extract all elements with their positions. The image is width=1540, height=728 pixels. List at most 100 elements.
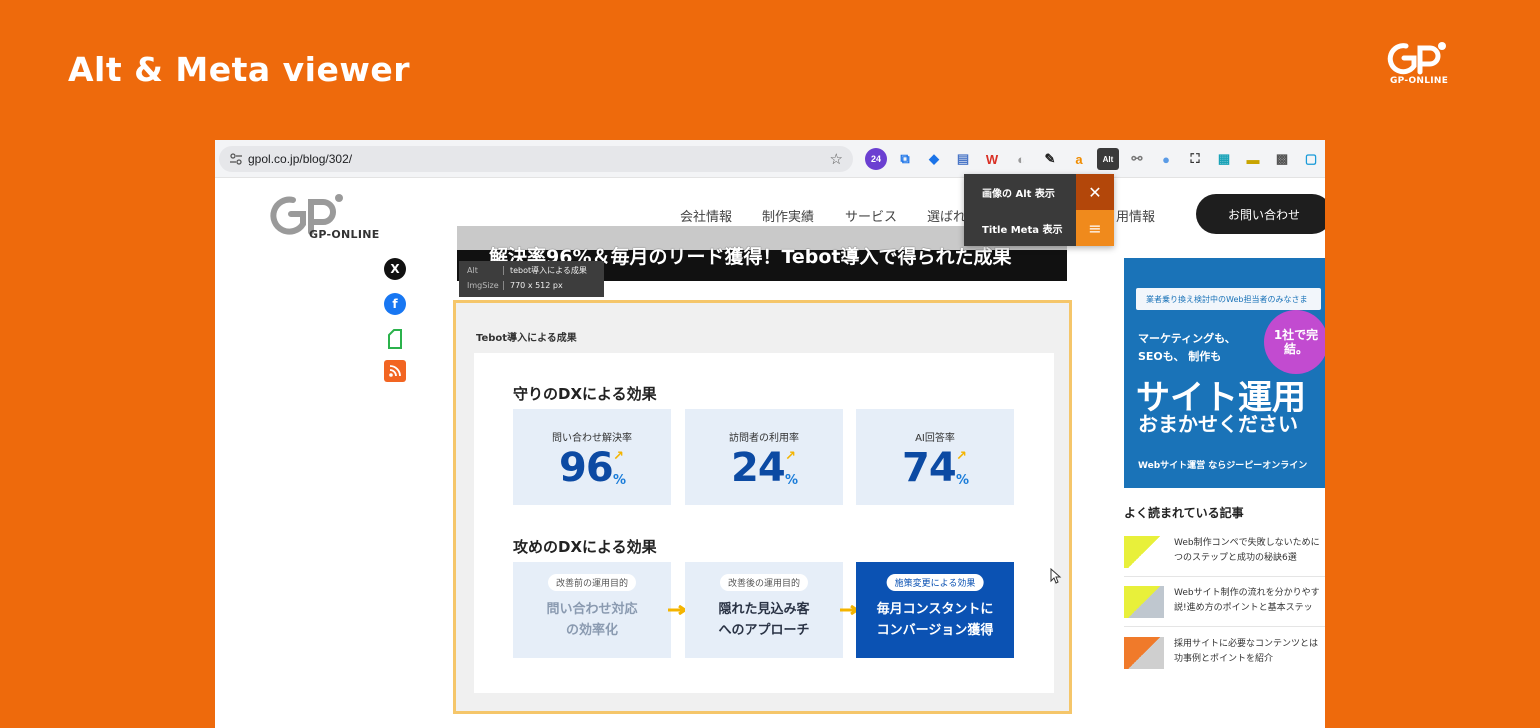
page-title: Alt & Meta viewer [68, 50, 410, 89]
figure-card: 守りのDXによる効果 問い合わせ解決率 96 ↗ % 訪問者の利用率 24 ↗ … [474, 353, 1054, 693]
url-text[interactable]: gpol.co.jp/blog/302/ [248, 152, 352, 166]
popular-article-item[interactable]: Webサイト制作の流れを分かりやす 説!進め方のポイントと基本ステッ [1124, 586, 1325, 622]
nav-company[interactable]: 会社情報 [680, 206, 732, 225]
tag-icon[interactable]: ◆ [923, 148, 945, 170]
up-arrow-icon: ↗ [956, 449, 967, 464]
ad-bullet: SEOも、 制作も [1138, 350, 1222, 363]
article-thumbnail [1124, 536, 1164, 568]
site-logo-text: GP-ONLINE [309, 228, 380, 241]
flow-text: 毎月コンスタントに コンバージョン獲得 [876, 602, 994, 638]
nav-recruit[interactable]: 用情報 [1116, 206, 1155, 225]
up-arrow-icon: ↗ [785, 449, 796, 464]
alt-meta-popup: 画像の Alt 表示 ✕ Title Meta 表示 ≡ [964, 174, 1114, 246]
ad-bullet: マーケティングも、 [1138, 332, 1236, 345]
alt-toggle-label: 画像の Alt 表示 [982, 189, 1055, 200]
ad-footer: Webサイト運営 ならジーピーオンライン [1138, 461, 1308, 471]
article-thumbnail [1124, 586, 1164, 618]
browser-window: gpol.co.jp/blog/302/ ☆ 24 ⧉ ◆ ▤ W ◐ ✎ a Alt ⚯ ● ⛶ ▦ ▬… [215, 140, 1325, 728]
imgsize-value: 770 x 512 px [510, 281, 563, 290]
stat-value: 96 [559, 445, 614, 491]
flow-card: 改善後の運用目的 隠れた見込み客 へのアプローチ [685, 562, 843, 658]
ad-ribbon: 業者乗り換え検討中のWeb担当者のみなさま [1136, 288, 1321, 310]
highlighted-image[interactable]: Tebot導入による成果 守りのDXによる効果 問い合わせ解決率 96 ↗ % … [453, 300, 1072, 714]
article-title[interactable]: 採用サイトに必要なコンテンツとは 功事例とポイントを紹介 [1174, 637, 1318, 668]
article-thumbnail [1124, 637, 1164, 669]
meta-toggle-row[interactable]: Title Meta 表示 ≡ [964, 210, 1114, 246]
stat-label: 訪問者の利用率 [729, 433, 799, 444]
grid-icon[interactable]: ▦ [1213, 148, 1235, 170]
imgsize-key: ImgSize [467, 281, 499, 290]
defense-title: 守りのDXによる効果 [513, 385, 657, 403]
flow-tag: 改善前の運用目的 [547, 574, 637, 591]
alt-toggle-row[interactable]: 画像の Alt 表示 ✕ [964, 174, 1114, 210]
divider [1124, 576, 1325, 577]
extension-icons: 24 ⧉ ◆ ▤ W ◐ ✎ a Alt ⚯ ● ⛶ ▦ ▬ ▩ ▢ [865, 148, 1322, 170]
up-arrow-icon: ↗ [613, 449, 624, 464]
popular-article-item[interactable]: 採用サイトに必要なコンテンツとは 功事例とポイントを紹介 [1124, 637, 1325, 673]
crop-icon[interactable]: ⛶ [1184, 148, 1206, 170]
folder-icon[interactable]: ▬ [1242, 148, 1264, 170]
ad-badge: 1社で完結。 [1264, 310, 1325, 374]
ad-subline: おまかせください [1138, 412, 1298, 436]
brand-logo: GP-ONLINE [1382, 40, 1478, 86]
stat-label: AI回答率 [915, 433, 955, 444]
meta-toggle-label: Title Meta 表示 [982, 225, 1063, 236]
globe-icon[interactable]: ● [1155, 148, 1177, 170]
alt-value: tebot導入による成果 [510, 266, 587, 275]
stat-value: 74 [902, 445, 957, 491]
article-title[interactable]: Webサイト制作の流れを分かりやす 説!進め方のポイントと基本ステッ [1174, 586, 1320, 617]
nav-works[interactable]: 制作実績 [762, 206, 814, 225]
sidebar-banner-ad[interactable]: 業者乗り換え検討中のWeb担当者のみなさま マーケティングも、 SEOも、 制作… [1124, 258, 1325, 488]
close-icon[interactable]: ✕ [1076, 174, 1114, 210]
stat-unit: % [613, 473, 627, 488]
moon-icon[interactable]: ◐ [1010, 148, 1032, 170]
pen-icon[interactable]: ✎ [1039, 148, 1061, 170]
gp-logo-icon [1387, 42, 1446, 75]
mouse-cursor-icon [1050, 568, 1062, 584]
popular-articles-title: よく読まれている記事 [1124, 506, 1244, 520]
w-icon[interactable]: W [981, 148, 1003, 170]
article-title[interactable]: Web制作コンペで失敗しないために つのステップと成功の秘訣6選 [1174, 536, 1320, 567]
frame-icon[interactable]: ▢ [1300, 148, 1322, 170]
stat-card: 訪問者の利用率 24 ↗ % [685, 409, 843, 505]
x-share-icon[interactable]: X [384, 258, 406, 280]
contact-button[interactable]: お問い合わせ [1196, 194, 1325, 234]
offense-title: 攻めのDXによる効果 [513, 538, 657, 556]
rss-icon[interactable] [384, 360, 406, 382]
amazon-icon[interactable]: a [1068, 148, 1090, 170]
flow-text: 隠れた見込み客 へのアプローチ [718, 602, 810, 638]
flow-card: 改善前の運用目的 問い合わせ対応 の効率化 [513, 562, 671, 658]
stat-card: AI回答率 74 ↗ % [856, 409, 1014, 505]
stat-unit: % [785, 473, 799, 488]
alt-viewer-icon[interactable]: Alt [1097, 148, 1119, 170]
facebook-share-icon[interactable]: f [384, 293, 406, 315]
figure-caption: Tebot導入による成果 [476, 333, 577, 344]
alt-tooltip: Alt tebot導入による成果 ImgSize 770 x 512 px [459, 261, 604, 297]
doc-edit-icon[interactable]: ▤ [952, 148, 974, 170]
list-icon[interactable]: ≡ [1076, 210, 1114, 246]
flow-card-highlight: 施策変更による効果 毎月コンスタントに コンバージョン獲得 [856, 562, 1014, 658]
nav-services[interactable]: サービス [845, 206, 897, 225]
address-bar[interactable]: gpol.co.jp/blog/302/ ☆ [219, 146, 853, 172]
flow-tag: 施策変更による効果 [886, 574, 984, 591]
link-icon[interactable]: ⚯ [1126, 148, 1148, 170]
notification-24-icon[interactable]: 24 [865, 148, 887, 170]
bookmark-star-icon[interactable]: ☆ [830, 150, 843, 168]
brand-name: GP-ONLINE [1390, 76, 1449, 86]
screenshot-icon[interactable]: ⧉ [894, 148, 916, 170]
flow-tag: 改善後の運用目的 [719, 574, 809, 591]
site-settings-icon[interactable] [229, 152, 243, 166]
site-logo[interactable]: GP-ONLINE [267, 192, 379, 242]
nav-reasons[interactable]: 選ばれ [927, 206, 966, 225]
alt-key: Alt [467, 266, 478, 275]
stat-value: 24 [731, 445, 786, 491]
stat-label: 問い合わせ解決率 [552, 433, 632, 444]
qr-icon[interactable]: ▩ [1271, 148, 1293, 170]
feedly-share-icon[interactable] [384, 328, 406, 350]
flow-text: 問い合わせ対応 の効率化 [546, 602, 638, 638]
stat-card: 問い合わせ解決率 96 ↗ % [513, 409, 671, 505]
stat-unit: % [956, 473, 970, 488]
divider [1124, 626, 1325, 627]
popular-article-item[interactable]: Web制作コンペで失敗しないために つのステップと成功の秘訣6選 [1124, 536, 1325, 572]
browser-toolbar: gpol.co.jp/blog/302/ ☆ 24 ⧉ ◆ ▤ W ◐ ✎ a Alt ⚯ ● ⛶ ▦ ▬… [215, 140, 1325, 178]
